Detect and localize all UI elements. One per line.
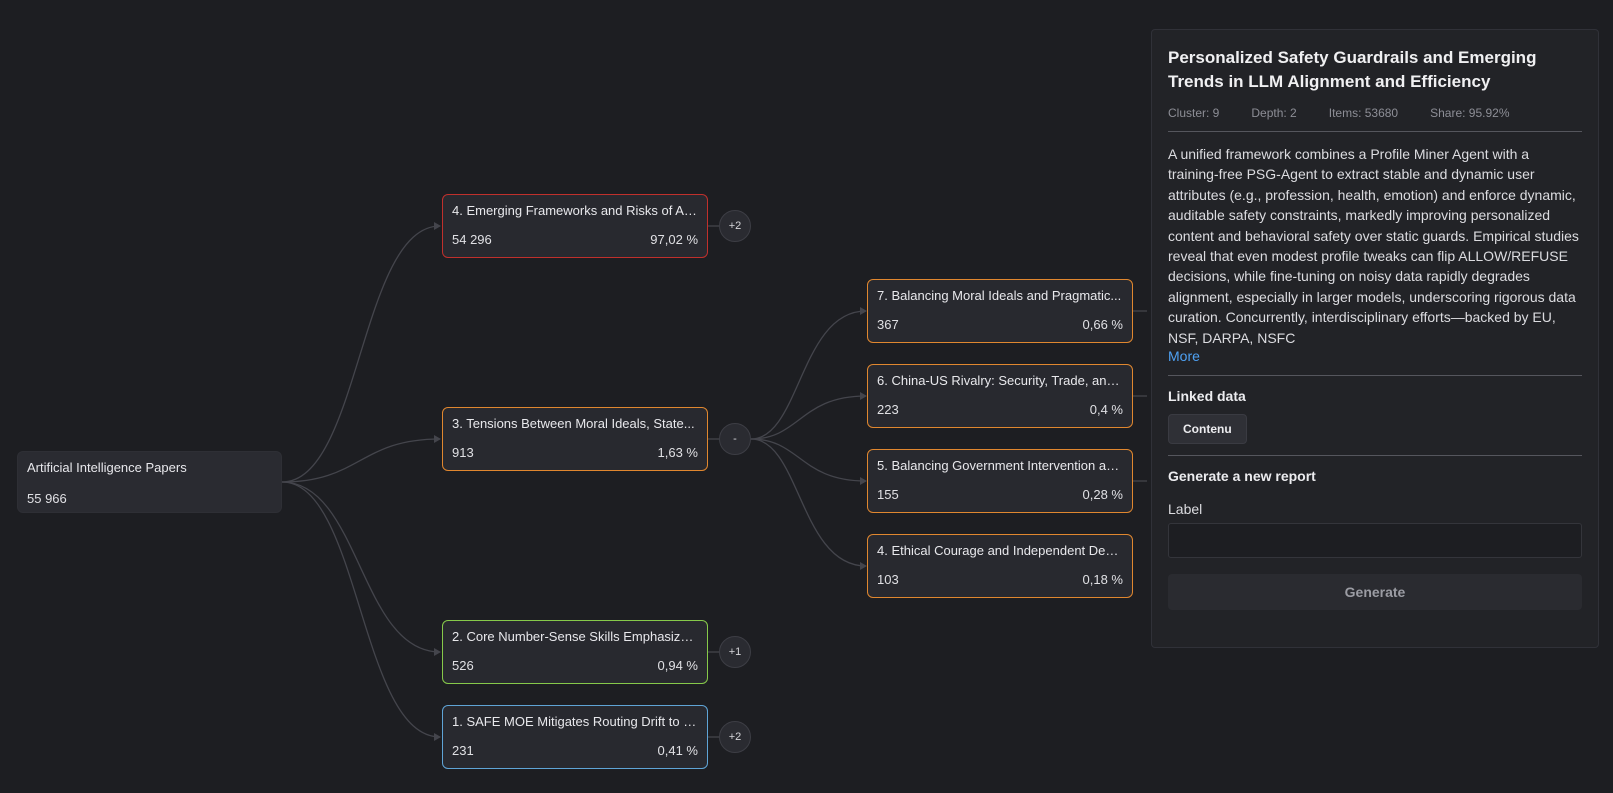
linked-data-chip[interactable]: Contenu bbox=[1168, 414, 1247, 444]
cluster-node-count: 913 bbox=[452, 445, 474, 460]
subcluster-node-share: 0,28 % bbox=[1082, 487, 1123, 502]
arrowhead bbox=[434, 222, 441, 230]
edge-root-l1-1 bbox=[281, 481, 441, 738]
cluster-node-share: 1,63 % bbox=[657, 445, 698, 460]
arrowhead bbox=[434, 435, 441, 443]
subcluster-node-title: 6. China-US Rivalry: Security, Trade, an… bbox=[877, 373, 1123, 388]
expand-toggle-cluster-2[interactable]: +1 bbox=[719, 636, 751, 668]
linked-data-heading: Linked data bbox=[1168, 388, 1246, 404]
subcluster-node-share: 0,4 % bbox=[1089, 402, 1123, 417]
cluster-node-count: 231 bbox=[452, 743, 474, 758]
arrowhead bbox=[860, 562, 867, 570]
arrowhead bbox=[860, 392, 867, 400]
root-node[interactable]: Artificial Intelligence Papers 55 966 bbox=[17, 451, 282, 513]
subcluster-node-count: 367 bbox=[877, 317, 899, 332]
subcluster-node-count: 223 bbox=[877, 402, 899, 417]
cluster-node-title: 4. Emerging Frameworks and Risks of AI..… bbox=[452, 203, 698, 218]
cluster-node-title: 1. SAFE MOE Mitigates Routing Drift to P… bbox=[452, 714, 698, 729]
cluster-node-share: 0,94 % bbox=[657, 658, 698, 673]
cluster-node-1[interactable]: 1. SAFE MOE Mitigates Routing Drift to P… bbox=[442, 705, 708, 769]
cluster-node-4[interactable]: 4. Emerging Frameworks and Risks of AI..… bbox=[442, 194, 708, 258]
cluster-node-2[interactable]: 2. Core Number-Sense Skills Emphasized..… bbox=[442, 620, 708, 684]
subcluster-node-5[interactable]: 5. Balancing Government Intervention an.… bbox=[867, 449, 1133, 513]
subcluster-node-title: 7. Balancing Moral Ideals and Pragmatic.… bbox=[877, 288, 1122, 303]
meta-share: Share: 95.92% bbox=[1430, 106, 1510, 120]
subcluster-node-4[interactable]: 4. Ethical Courage and Independent Deci.… bbox=[867, 534, 1133, 598]
label-input[interactable] bbox=[1168, 523, 1582, 558]
root-node-title: Artificial Intelligence Papers bbox=[27, 460, 187, 475]
subcluster-node-share: 0,18 % bbox=[1082, 572, 1123, 587]
subcluster-node-7[interactable]: 7. Balancing Moral Ideals and Pragmatic.… bbox=[867, 279, 1133, 343]
edge-l1-3-l2-7 bbox=[750, 310, 867, 440]
collapse-toggle-cluster-3[interactable]: - bbox=[719, 423, 751, 455]
panel-description: A unified framework combines a Profile M… bbox=[1168, 146, 1579, 346]
subcluster-node-title: 5. Balancing Government Intervention an.… bbox=[877, 458, 1123, 473]
cluster-node-count: 526 bbox=[452, 658, 474, 673]
expand-toggle-cluster-1[interactable]: +2 bbox=[719, 721, 751, 753]
meta-items: Items: 53680 bbox=[1328, 106, 1399, 120]
meta-cluster: Cluster: 9 bbox=[1168, 106, 1220, 120]
subcluster-node-count: 103 bbox=[877, 572, 899, 587]
panel-title: Personalized Safety Guardrails and Emerg… bbox=[1168, 48, 1537, 91]
cluster-node-share: 0,41 % bbox=[657, 743, 698, 758]
arrowhead bbox=[434, 648, 441, 656]
divider bbox=[1168, 455, 1582, 456]
root-node-count: 55 966 bbox=[27, 491, 67, 506]
panel-meta: Cluster: 9 Depth: 2 Items: 53680 Share: … bbox=[1168, 106, 1582, 120]
cluster-node-share: 97,02 % bbox=[650, 232, 698, 247]
edge-root-l1-4 bbox=[281, 225, 441, 483]
cluster-node-3[interactable]: 3. Tensions Between Moral Ideals, State.… bbox=[442, 407, 708, 471]
cluster-node-count: 54 296 bbox=[452, 232, 492, 247]
generate-report-heading: Generate a new report bbox=[1168, 468, 1316, 484]
cluster-node-title: 2. Core Number-Sense Skills Emphasized..… bbox=[452, 629, 698, 644]
more-link[interactable]: More bbox=[1168, 348, 1582, 364]
divider bbox=[1168, 375, 1582, 376]
subcluster-node-count: 155 bbox=[877, 487, 899, 502]
subcluster-node-share: 0,66 % bbox=[1082, 317, 1123, 332]
edge-l1-3-l2-4 bbox=[750, 438, 867, 567]
meta-depth: Depth: 2 bbox=[1251, 106, 1297, 120]
arrowhead bbox=[860, 477, 867, 485]
subcluster-node-title: 4. Ethical Courage and Independent Deci.… bbox=[877, 543, 1123, 558]
arrowhead bbox=[434, 733, 441, 741]
subcluster-node-6[interactable]: 6. China-US Rivalry: Security, Trade, an… bbox=[867, 364, 1133, 428]
cluster-detail-panel: Personalized Safety Guardrails and Emerg… bbox=[1151, 29, 1599, 648]
label-field-label: Label bbox=[1168, 501, 1203, 517]
divider bbox=[1168, 131, 1582, 132]
edge-root-l1-3 bbox=[281, 438, 441, 483]
cluster-node-title: 3. Tensions Between Moral Ideals, State.… bbox=[452, 416, 695, 431]
expand-toggle-cluster-4[interactable]: +2 bbox=[719, 210, 751, 242]
arrowhead bbox=[860, 307, 867, 315]
edge-root-l1-2 bbox=[281, 481, 441, 653]
generate-button[interactable]: Generate bbox=[1168, 574, 1582, 610]
